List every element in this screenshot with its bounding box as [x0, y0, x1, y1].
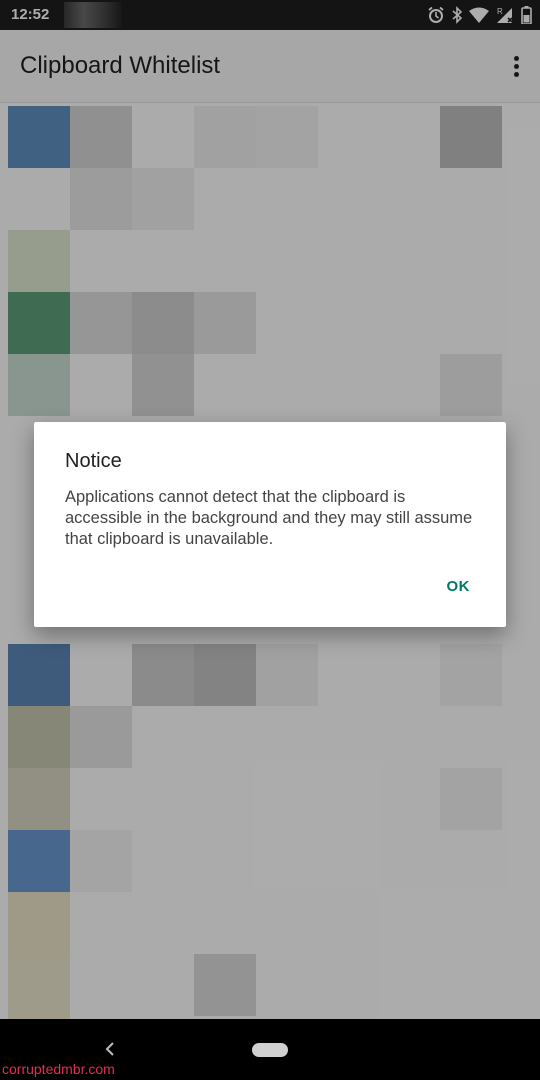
dialog-message: Applications cannot detect that the clip… [65, 488, 473, 548]
back-icon[interactable] [102, 1039, 118, 1059]
notice-dialog: Notice Applications cannot detect that t… [34, 422, 506, 627]
home-pill-button[interactable] [252, 1043, 288, 1057]
watermark: corruptedmbr.com [2, 1061, 115, 1077]
ok-button[interactable]: OK [447, 578, 471, 595]
dialog-title: Notice [65, 450, 122, 472]
